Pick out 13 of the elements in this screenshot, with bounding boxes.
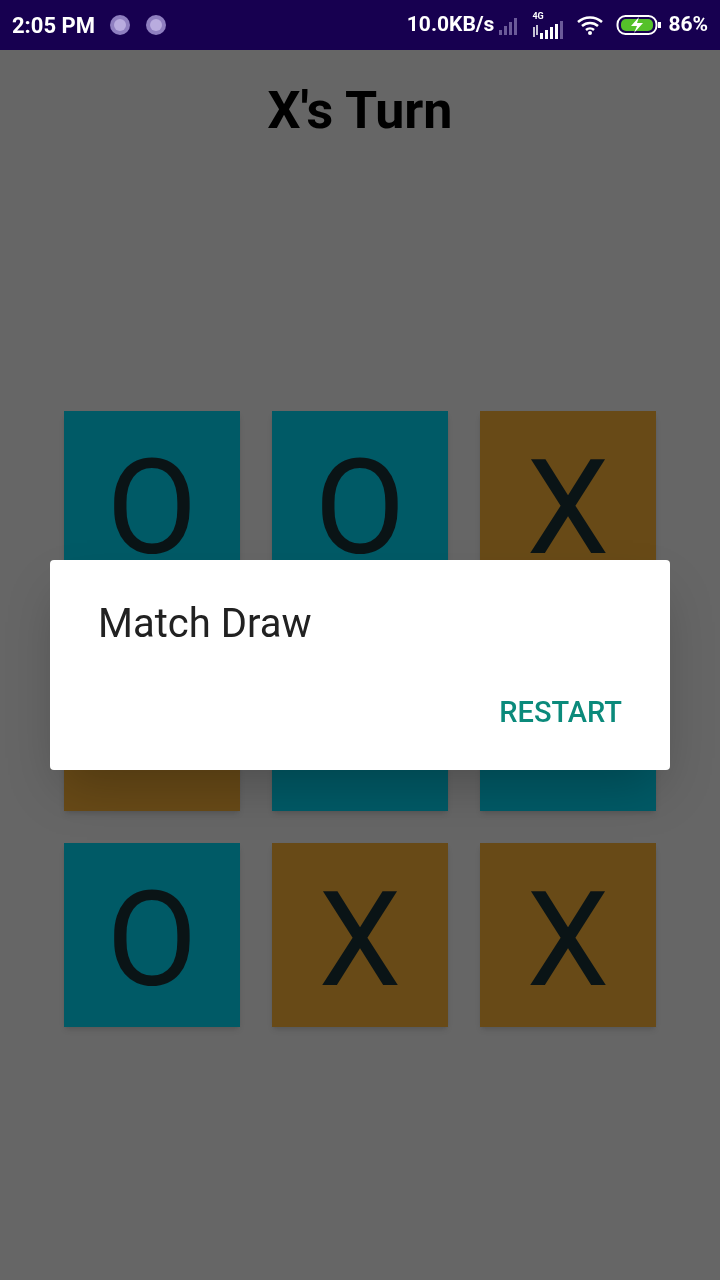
turn-title: X's Turn	[267, 79, 453, 143]
battery-percent: 86%	[668, 11, 708, 39]
notification-icon	[145, 14, 167, 36]
restart-button[interactable]: RESTART	[491, 694, 630, 731]
notification-icon	[109, 14, 131, 36]
board-cell[interactable]: X	[480, 843, 656, 1027]
network-type: 4G	[532, 11, 544, 21]
battery-charging-icon	[616, 14, 663, 36]
status-time: 2:05 PM	[12, 11, 95, 40]
dialog-message: Match Draw	[98, 604, 312, 644]
board-cell[interactable]: X	[272, 843, 448, 1027]
network-speed: 10.0KB/s	[406, 11, 495, 39]
board-cell[interactable]: O	[64, 843, 240, 1027]
